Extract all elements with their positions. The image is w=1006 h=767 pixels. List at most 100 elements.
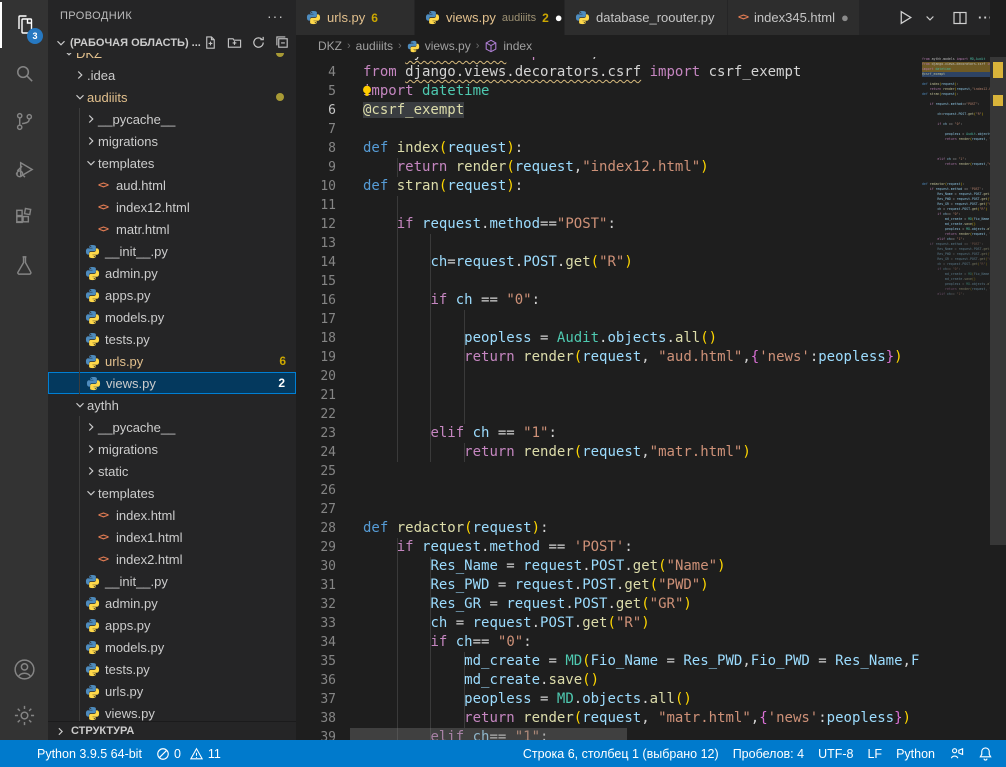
line-number[interactable]: 13 [296, 234, 336, 253]
line-number[interactable]: 18 [296, 329, 336, 348]
tree-item-__init__.py[interactable]: __init__.py [48, 240, 296, 262]
source-control-icon[interactable] [0, 98, 48, 144]
code-line[interactable]: 31 Res_PWD = request.POST.get("PWD") [296, 576, 922, 595]
breadcrumb-item-folder[interactable]: audiiits [356, 39, 393, 53]
tree-item-.idea[interactable]: .idea [48, 64, 296, 86]
line-number[interactable]: 4 [296, 63, 336, 82]
line-number[interactable]: 9 [296, 158, 336, 177]
collapse-all-icon[interactable] [275, 35, 290, 50]
new-folder-icon[interactable] [227, 35, 242, 50]
code-line[interactable]: 7 [296, 120, 922, 139]
tree-item-migrations[interactable]: migrations [48, 438, 296, 460]
eol-status[interactable]: LF [860, 747, 889, 761]
line-number[interactable]: 19 [296, 348, 336, 367]
tree-item-tests.py[interactable]: tests.py [48, 658, 296, 680]
tree-item-index12.html[interactable]: <>index12.html [48, 196, 296, 218]
refresh-icon[interactable] [251, 35, 266, 50]
line-number[interactable]: 38 [296, 709, 336, 728]
line-number[interactable]: 30 [296, 557, 336, 576]
breadcrumb-item-folder[interactable]: DKZ [318, 39, 342, 53]
minimap[interactable]: from aythh.models import MD,Auditfrom dj… [922, 57, 990, 740]
breadcrumb-item-file[interactable]: views.py [425, 39, 471, 53]
dirty-indicator-icon[interactable]: ● [555, 10, 563, 25]
code-line[interactable]: 9 return render(request,"index12.html") [296, 158, 922, 177]
settings-gear-icon[interactable] [0, 692, 48, 738]
tree-item-templates[interactable]: templates [48, 482, 296, 504]
cursor-position-status[interactable]: Строка 6, столбец 1 (выбрано 12) [516, 747, 726, 761]
line-number[interactable]: 22 [296, 405, 336, 424]
line-number[interactable]: 20 [296, 367, 336, 386]
code-line[interactable]: 24 return render(request,"matr.html") [296, 443, 922, 462]
tree-item-index2.html[interactable]: <>index2.html [48, 548, 296, 570]
tree-item-aythh[interactable]: aythh [48, 394, 296, 416]
explorer-icon[interactable]: 3 [0, 2, 48, 48]
line-number[interactable]: 27 [296, 500, 336, 519]
code-line[interactable]: 27 [296, 500, 922, 519]
code-line[interactable]: 19 return render(request, "aud.html",{'n… [296, 348, 922, 367]
lightbulb-icon[interactable] [360, 84, 374, 104]
tree-item-index1.html[interactable]: <>index1.html [48, 526, 296, 548]
line-number[interactable]: 36 [296, 671, 336, 690]
code-line[interactable]: 37 peopless = MD.objects.all() [296, 690, 922, 709]
line-number[interactable]: 25 [296, 462, 336, 481]
code-line[interactable]: 35 md_create = MD(Fio_Name = Res_PWD,Fio… [296, 652, 922, 671]
new-file-icon[interactable] [203, 35, 218, 50]
line-number[interactable]: 11 [296, 196, 336, 215]
code-line[interactable]: 10def stran(request): [296, 177, 922, 196]
tree-item-tests.py[interactable]: tests.py [48, 328, 296, 350]
run-python-file-button[interactable] [897, 9, 914, 26]
tab-database_roouter.py[interactable]: database_roouter.py [565, 0, 728, 35]
breadcrumb-item-symbol[interactable]: index [503, 39, 532, 53]
code-line[interactable]: 33 ch = request.POST.get("R") [296, 614, 922, 633]
code-line[interactable]: 18 peopless = Audit.objects.all() [296, 329, 922, 348]
code-line[interactable]: 17 [296, 310, 922, 329]
line-number[interactable]: 8 [296, 139, 336, 158]
code-line[interactable]: 26 [296, 481, 922, 500]
split-editor-button[interactable] [952, 10, 968, 26]
encoding-status[interactable]: UTF-8 [811, 747, 860, 761]
tree-item-apps.py[interactable]: apps.py [48, 614, 296, 636]
code-line[interactable]: 30 Res_Name = request.POST.get("Name") [296, 557, 922, 576]
line-number[interactable]: 17 [296, 310, 336, 329]
problems-status[interactable]: 0 11 [149, 747, 228, 761]
tab-views.py[interactable]: views.pyaudiiits2● [415, 0, 565, 35]
feedback-icon[interactable] [942, 746, 971, 761]
tree-item-static[interactable]: static [48, 460, 296, 482]
horizontal-scrollbar[interactable] [350, 728, 627, 740]
code-line[interactable]: 38 return render(request, "matr.html",{'… [296, 709, 922, 728]
code-line[interactable]: 20 [296, 367, 922, 386]
line-number[interactable]: 28 [296, 519, 336, 538]
code-line[interactable]: 22 [296, 405, 922, 424]
notifications-bell-icon[interactable] [971, 746, 1000, 761]
dirty-indicator-icon[interactable]: ● [841, 10, 849, 25]
line-number[interactable]: 26 [296, 481, 336, 500]
line-number[interactable]: 39 [296, 728, 336, 740]
tree-item-aud.html[interactable]: <>aud.html [48, 174, 296, 196]
line-number[interactable]: 33 [296, 614, 336, 633]
code-line[interactable]: 34 if ch== "0": [296, 633, 922, 652]
code-line[interactable]: 32 Res_GR = request.POST.get("GR") [296, 595, 922, 614]
code-line[interactable]: 5import datetime [296, 82, 922, 101]
line-number[interactable]: 37 [296, 690, 336, 709]
code-line[interactable]: 29 if request.method == 'POST': [296, 538, 922, 557]
scrollbar-thumb[interactable] [990, 57, 1006, 545]
code-line[interactable]: 21 [296, 386, 922, 405]
tree-item-models.py[interactable]: models.py [48, 306, 296, 328]
line-number[interactable]: 14 [296, 253, 336, 272]
tree-item-urls.py[interactable]: urls.py6 [48, 350, 296, 372]
account-icon[interactable] [0, 646, 48, 692]
tree-item-views.py[interactable]: views.py2 [48, 372, 296, 394]
line-number[interactable]: 12 [296, 215, 336, 234]
tree-item-apps.py[interactable]: apps.py [48, 284, 296, 306]
code-line[interactable]: 23 elif ch == "1": [296, 424, 922, 443]
tree-item-index.html[interactable]: <>index.html [48, 504, 296, 526]
line-number[interactable]: 16 [296, 291, 336, 310]
tree-item-__init__.py[interactable]: __init__.py [48, 570, 296, 592]
line-number[interactable]: 15 [296, 272, 336, 291]
line-number[interactable]: 24 [296, 443, 336, 462]
run-dropdown-chevron-icon[interactable] [924, 12, 936, 24]
breadcrumb[interactable]: DKZ › audiiits › views.py › index [296, 35, 1006, 57]
search-icon[interactable] [0, 50, 48, 96]
tree-item-models.py[interactable]: models.py [48, 636, 296, 658]
line-number[interactable]: 21 [296, 386, 336, 405]
